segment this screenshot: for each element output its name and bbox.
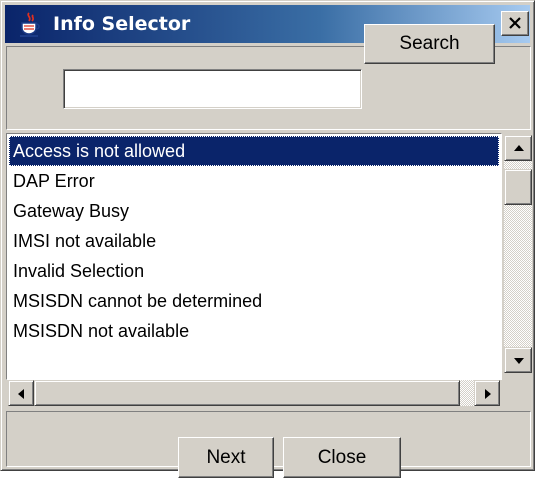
window-title: Info Selector <box>53 13 191 35</box>
horizontal-scrollbar[interactable] <box>8 380 500 406</box>
list-item[interactable]: IMSI not available <box>9 226 499 256</box>
scrollbar-corner <box>504 380 532 406</box>
arrow-right-icon <box>485 389 491 399</box>
info-selector-window: Info Selector Search Access is not allow… <box>0 0 535 478</box>
search-button[interactable]: Search <box>364 24 495 64</box>
list-item[interactable]: MSISDN not available <box>9 316 499 346</box>
vertical-scroll-thumb[interactable] <box>504 169 532 205</box>
list-item[interactable]: Gateway Busy <box>9 196 499 226</box>
java-cup-icon <box>18 12 42 38</box>
list-item[interactable]: DAP Error <box>9 166 499 196</box>
list-item[interactable]: Invalid Selection <box>9 256 499 286</box>
vertical-scrollbar[interactable] <box>504 135 532 373</box>
horizontal-scroll-thumb[interactable] <box>34 380 460 406</box>
search-input[interactable] <box>63 69 362 109</box>
scroll-right-button[interactable] <box>474 380 500 406</box>
list-item[interactable]: MSISDN cannot be determined <box>9 286 499 316</box>
close-button[interactable]: Close <box>283 437 401 478</box>
window-close-button[interactable] <box>501 11 529 36</box>
close-x-icon <box>509 17 521 29</box>
next-button[interactable]: Next <box>178 437 274 478</box>
scroll-up-button[interactable] <box>504 135 532 161</box>
arrow-down-icon <box>514 358 524 364</box>
scroll-left-button[interactable] <box>8 380 34 406</box>
info-list[interactable]: Access is not allowed DAP Error Gateway … <box>6 133 502 380</box>
arrow-up-icon <box>514 145 524 151</box>
arrow-left-icon <box>18 389 24 399</box>
scroll-down-button[interactable] <box>504 347 532 373</box>
list-item-selected[interactable]: Access is not allowed <box>9 136 499 166</box>
